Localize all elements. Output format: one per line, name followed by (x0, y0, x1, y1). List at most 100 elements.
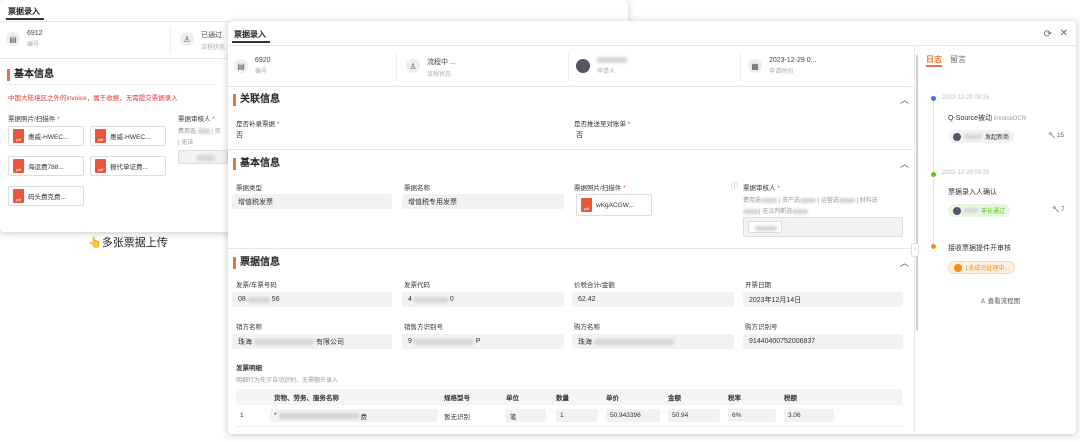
divider (228, 248, 914, 249)
chevron-up-icon[interactable]: ︿ (900, 93, 909, 106)
field-value-ticket-name[interactable]: 增值税专用发票 (402, 194, 564, 209)
approver-avatar-chip[interactable] (178, 150, 228, 164)
cell-amount[interactable]: 50.94 (668, 409, 720, 422)
stat-applicant: 申请人 (576, 57, 627, 75)
caption-multi-upload: 👆多张票据上传 (88, 237, 168, 249)
cell-tax[interactable]: 3.06 (784, 409, 834, 422)
file-chip[interactable]: pdf 报代单证费... (90, 156, 166, 176)
attachment-count[interactable]: 🔧 15 (1048, 132, 1064, 139)
cell-qty[interactable]: 1 (556, 409, 598, 422)
divider (740, 53, 741, 81)
divider (6, 84, 216, 85)
field-label-push-statement: 是否推送至对账单 * (574, 121, 631, 128)
cell-spec: 暂无识别 (444, 413, 470, 421)
field-label-seller-id: 销售方识别号 (404, 324, 443, 331)
field-value-ticket-type[interactable]: 增值税发票 (232, 194, 392, 209)
file-chip[interactable]: pdf 惠威-HWEC... (8, 126, 84, 146)
document-icon: ▤ (6, 32, 20, 46)
section-title-basic: 基本信息 (233, 158, 280, 170)
divider (170, 28, 171, 52)
field-value-buyer-id[interactable]: 91440400752006837 (743, 334, 903, 349)
pdf-icon: pdf (13, 159, 24, 173)
field-label-buyer-name: 购方名称 (574, 324, 600, 331)
divider (396, 53, 397, 81)
document-icon: ▤ (234, 59, 248, 73)
field-value-issue-date[interactable]: 2023年12月14日 (743, 292, 903, 307)
scrollbar[interactable] (916, 55, 918, 331)
timeline-title: Q-Source被动 invoiceOCR (948, 115, 1026, 122)
timeline-date: 2023-12-29 09:25 (942, 170, 990, 176)
tab-ticket-entry[interactable]: 票据录入 (234, 29, 266, 40)
field-value-invoice-no[interactable]: 08 56 (232, 292, 392, 307)
field-label-buyer-id: 购方识别号 (745, 324, 778, 331)
table-row: 1 * 费 暂无识别 笔 1 50.943396 50.94 6% 3.06 (236, 405, 902, 427)
approver-selector[interactable] (743, 217, 903, 237)
approver-text-back-2: | 无法 (178, 140, 194, 146)
pdf-icon: pdf (581, 198, 592, 212)
cell-name[interactable]: * 费 (270, 409, 438, 422)
field-label-total-amount: 价税合计/金额 (574, 282, 615, 289)
field-value-total-amount[interactable]: 62.42 (572, 292, 734, 307)
field-value-seller-id[interactable]: 9P (402, 334, 564, 349)
calendar-icon: ▦ (748, 59, 762, 73)
timeline-user-pill[interactable]: 非长通过 (948, 204, 1011, 217)
file-chip[interactable]: pdf 码头费克费... (8, 186, 84, 206)
field-value-seller-name[interactable]: 珠海 有限公司 (232, 334, 392, 349)
tab-log[interactable]: 日志 (926, 54, 942, 65)
front-window: 票据录入 ⟳ ✕ ▤ 6920 编号 ♙ 流程中 ... 流程状态 申请人 ▦ 20… (228, 21, 1076, 434)
approver-label-back: 票据审核人 * (178, 116, 215, 123)
collapse-handle[interactable]: › (911, 243, 919, 257)
field-value-push-statement: 否 (576, 132, 583, 139)
flow-icon: ♙ (180, 32, 194, 46)
approver-chip[interactable] (748, 221, 782, 233)
file-chip[interactable]: pdf 惠威-HWEC... (90, 126, 166, 146)
avatar (953, 206, 961, 215)
refresh-icon[interactable]: ⟳ (1044, 29, 1052, 40)
stat-number: ▤ 6920 编号 (234, 57, 271, 75)
chevron-up-icon[interactable]: ︿ (900, 256, 909, 269)
divider (228, 149, 914, 150)
timeline-dot (931, 96, 936, 101)
section-title-basic-back: 基本信息 (7, 69, 54, 81)
field-label-attachment: 票据照片/扫描件 * (574, 185, 626, 192)
tab-underline (926, 65, 942, 67)
divider (228, 86, 914, 87)
field-label-ticket-type: 票据类型 (236, 185, 262, 192)
timeline-dot (931, 172, 936, 177)
file-chip[interactable]: pdf 海运费788... (8, 156, 84, 176)
field-label-invoice-code: 发票代码 (404, 282, 430, 289)
timeline-title: 接收票据提件开审核 (948, 245, 1011, 252)
detail-hint: 明细行为先字自动识别，无需额外录入 (236, 378, 339, 384)
tab-comments[interactable]: 留言 (950, 54, 966, 65)
stat-status: ♙ 已通过 流程状态 (180, 30, 225, 51)
timeline-user-pill[interactable]: 发起新商 (948, 130, 1015, 143)
attach-label-back: 票据照片/扫描件 * (8, 116, 60, 123)
cell-rate[interactable]: 6% (728, 409, 776, 422)
pending-pill[interactable]: 1态成员处理中... (948, 261, 1016, 274)
attachment-file-chip[interactable]: pdf wKgACGW... (576, 194, 652, 216)
cell-unit[interactable]: 笔 (506, 409, 546, 422)
field-label-approver: 票据审核人 * (743, 185, 780, 192)
field-value-invoice-code[interactable]: 40 (402, 292, 564, 307)
divider (228, 45, 1076, 46)
field-label-issue-date: 开票日期 (745, 282, 771, 289)
timeline-date: 2023-12-29 09:25 (942, 95, 990, 101)
view-flowchart-link[interactable]: ♙ 查看流程图 (980, 295, 1020, 305)
field-value-buyer-name[interactable]: 珠海 (572, 334, 734, 349)
field-label-invoice-no: 发票/车票号码 (236, 282, 277, 289)
approver-text-back: 费用选 | 资 (178, 128, 221, 135)
info-icon[interactable]: ⓘ (731, 181, 738, 191)
pending-icon (954, 263, 962, 272)
pdf-icon: pdf (13, 189, 24, 203)
attachment-count[interactable]: 🔧 7 (1052, 206, 1064, 213)
tab-ticket-entry-back[interactable]: 票据录入 (8, 6, 40, 17)
field-label-supplement: 是否补录票据 * (236, 121, 280, 128)
pdf-icon: pdf (95, 129, 106, 143)
close-icon[interactable]: ✕ (1060, 28, 1068, 39)
timeline-title: 票据录入人确认 (948, 189, 997, 196)
avatar (576, 59, 590, 73)
chevron-up-icon[interactable]: ︿ (900, 157, 909, 170)
tab-underline (232, 41, 270, 43)
section-title-invoice: 票据信息 (233, 257, 280, 269)
cell-price[interactable]: 50.943396 (606, 409, 660, 422)
